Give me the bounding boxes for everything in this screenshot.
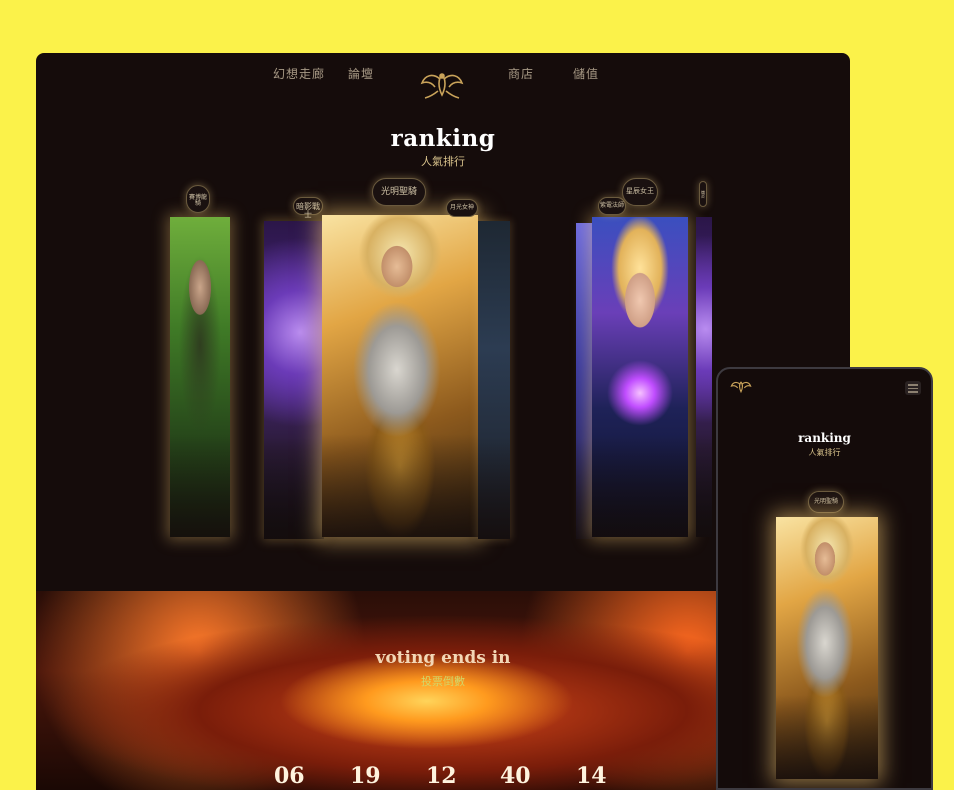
mobile-ranking-subtitle: 人氣排行 [808,448,841,457]
countdown-seconds: 40 [500,763,531,789]
ranking-title: ranking [390,125,496,152]
hamburger-menu-icon[interactable] [905,381,921,395]
countdown-hours: 19 [350,763,381,789]
card-pill-6[interactable]: 星辰女王 [622,178,658,206]
ranking-card-cosmic-queen[interactable] [592,217,688,537]
top-navigation: 幻想走廊 論壇 商店 儲值 [36,59,850,99]
card-pill-7[interactable]: 熾炎 [699,181,707,207]
ranking-card-dark-warrior[interactable] [478,221,510,539]
ranking-card-far-right[interactable] [696,217,712,537]
ranking-card-gold-paladin[interactable] [322,215,478,537]
mobile-card-pill[interactable]: 光明聖騎 [808,491,844,513]
ranking-card-green-sorceress[interactable] [170,217,230,537]
card-pill-2[interactable]: 暗影戰士 [293,197,323,219]
card-pill-4[interactable]: 月光女神 [446,199,478,217]
ranking-card-purple-castle[interactable] [264,221,324,539]
nav-item-shop[interactable]: 商店 [508,65,534,82]
card-pill-5[interactable]: 紫電法師 [598,197,626,215]
nav-item-gallery[interactable]: 幻想走廊 [273,65,325,82]
countdown-frames: 14 [576,763,607,789]
ranking-subtitle: 人氣排行 [421,155,465,168]
countdown-minutes: 12 [426,763,457,789]
nav-item-forum[interactable]: 論壇 [348,65,374,82]
dragon-logo-icon[interactable] [730,378,752,396]
countdown-days: 06 [274,763,305,789]
card-pill-1[interactable]: 賽博龍騎 [186,185,210,213]
nav-item-topup[interactable]: 儲值 [573,65,599,82]
mobile-mockup: ranking 人氣排行 光明聖騎 [716,367,933,790]
card-pill-3[interactable]: 光明聖騎 [372,178,426,206]
mobile-ranking-card-gold-paladin[interactable] [776,517,878,779]
mobile-ranking-title: ranking [798,431,851,445]
dragon-logo-icon[interactable] [419,67,465,103]
